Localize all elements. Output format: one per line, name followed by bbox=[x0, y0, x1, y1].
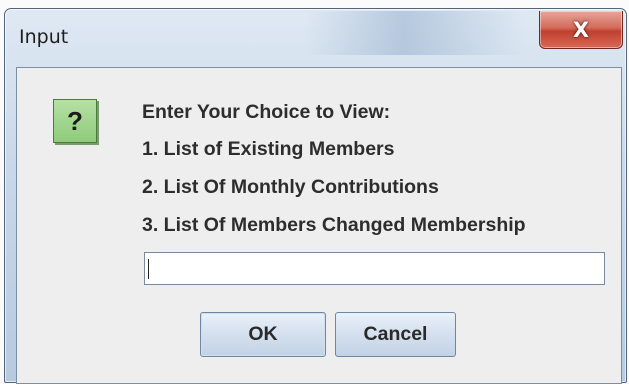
option-2-label: 2. List Of Monthly Contributions bbox=[142, 176, 439, 198]
prompt-heading: Enter Your Choice to View: bbox=[142, 101, 391, 123]
option-1-label: 1. List of Existing Members bbox=[142, 138, 395, 160]
text-caret bbox=[148, 259, 149, 279]
question-mark-icon: ? bbox=[53, 99, 97, 143]
cancel-button[interactable]: Cancel bbox=[335, 312, 456, 357]
title-bar-sheen bbox=[305, 11, 525, 55]
option-3-label: 3. List Of Members Changed Membership bbox=[142, 214, 526, 236]
dialog-window: Input X ? Enter Your Choice to View: 1. … bbox=[4, 8, 627, 384]
close-button[interactable]: X bbox=[539, 11, 623, 49]
ok-button[interactable]: OK bbox=[200, 312, 326, 357]
window-title: Input bbox=[19, 26, 69, 48]
dialog-content: ? Enter Your Choice to View: 1. List of … bbox=[16, 67, 622, 384]
choice-input[interactable] bbox=[144, 252, 605, 285]
close-icon: X bbox=[572, 17, 590, 42]
